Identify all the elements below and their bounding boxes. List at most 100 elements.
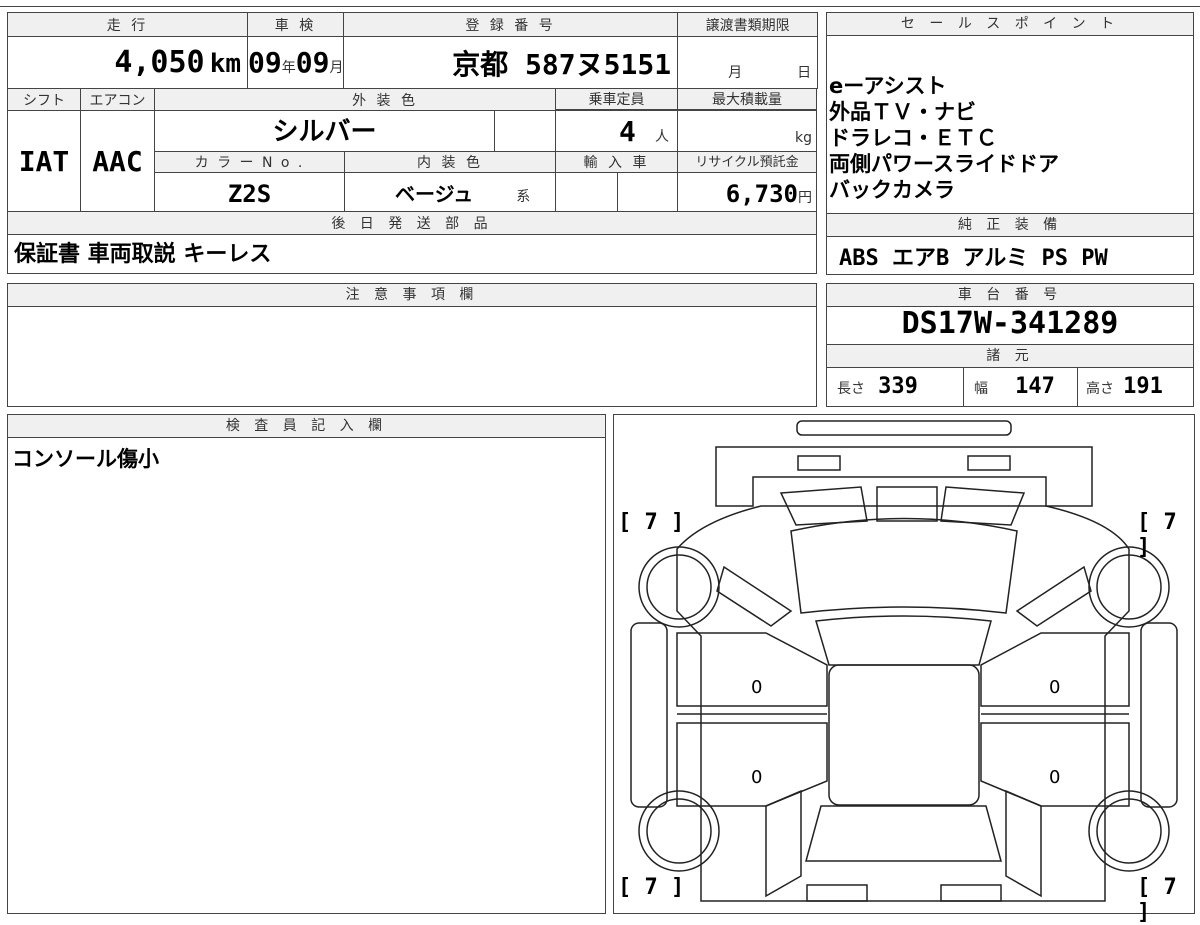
tire-depth-front-left: [ 7 ] xyxy=(618,510,685,535)
notes-label: 注 意 事 項 欄 xyxy=(8,284,816,307)
sales-point-item: バックカメラ xyxy=(829,178,955,202)
recycle-label: リサイクル預託金 xyxy=(677,151,817,173)
capacity-cell: 4 人 xyxy=(555,110,678,152)
specs-panel: 諸 元 長さ 339 幅 147 高さ 191 xyxy=(826,344,1194,407)
width-label: 幅 xyxy=(974,381,988,397)
panel-mark-rear-right: 0 xyxy=(1049,767,1061,788)
tire-depth-rear-right: [ 7 ] xyxy=(1137,875,1177,925)
shift-label: シフト xyxy=(7,88,81,111)
genuine-equipment-value: ABS エアB アルミ PS PW xyxy=(839,246,1108,271)
mirror-left xyxy=(716,565,793,627)
mileage-unit: km xyxy=(209,49,242,79)
genuine-equipment-panel: 純 正 装 備 ABS エアB アルミ PS PW xyxy=(826,213,1194,275)
capacity-unit: 人 xyxy=(655,129,669,145)
right-rear-door xyxy=(980,722,1130,807)
inspector-value: コンソール傷小 xyxy=(12,447,159,471)
length-value: 339 xyxy=(878,374,918,399)
inspector-panel: 検 査 員 記 入 欄 コンソール傷小 xyxy=(7,414,606,914)
height-value: 191 xyxy=(1123,374,1163,399)
color-no-cell: Z2S xyxy=(154,172,345,212)
top-cutoff-strip xyxy=(0,0,1200,7)
transfer-docs-month: 月 xyxy=(728,65,743,81)
fender-right xyxy=(1140,622,1178,808)
width-value: 147 xyxy=(1015,374,1055,399)
sales-point-item: 外品ＴＶ・ナビ xyxy=(829,100,976,124)
interior-color-label: 内 装 色 xyxy=(344,151,556,173)
sales-points-panel: セ ー ル ス ポ イ ン ト eーアシスト 外品ＴＶ・ナビ ドラレコ・ＥＴＣ … xyxy=(826,12,1194,214)
exterior-color-cell: シルバー xyxy=(154,110,495,152)
year-unit: 年 xyxy=(281,60,296,76)
inspection-label: 車 検 xyxy=(247,12,345,37)
shift-cell: IAT xyxy=(7,110,81,212)
rear-bumper-slot xyxy=(806,884,868,902)
later-parts-label: 後 日 発 送 部 品 xyxy=(7,211,817,235)
chassis-label: 車 台 番 号 xyxy=(827,284,1193,307)
registration-cell: 京都 587ヌ5151 xyxy=(343,36,679,89)
interior-color-value: ベージュ xyxy=(395,182,474,206)
ac-label: エアコン xyxy=(80,88,155,111)
shift-value: IAT xyxy=(18,144,70,178)
specs-height: 高さ 191 xyxy=(1078,367,1193,407)
inspector-label: 検 査 員 記 入 欄 xyxy=(8,415,605,438)
length-label: 長さ xyxy=(837,381,865,397)
max-load-label: 最大積載量 xyxy=(677,88,817,110)
car-body-diagram xyxy=(630,420,1178,902)
exterior-color-label: 外 装 色 xyxy=(153,88,617,111)
headlight-left xyxy=(797,455,841,471)
rear-window xyxy=(805,805,1002,862)
mileage-label: 走 行 xyxy=(6,12,249,37)
specs-length: 長さ 339 xyxy=(827,367,964,407)
transfer-docs-label: 譲渡書類期限 xyxy=(677,12,819,37)
chassis-value: DS17W-341289 xyxy=(901,306,1119,341)
color-no-value: Z2S xyxy=(227,180,272,208)
notes-panel: 注 意 事 項 欄 xyxy=(7,283,817,407)
inspection-cell: 09年09月 xyxy=(247,36,345,89)
max-load-unit: kg xyxy=(795,130,812,146)
front-bumper-slot xyxy=(796,420,1012,436)
fender-left xyxy=(630,622,668,808)
rear-quarter-left xyxy=(765,789,802,898)
wheel-rear-left-outer xyxy=(638,790,720,872)
rear-quarter-right xyxy=(1005,789,1042,898)
sales-points-label: セ ー ル ス ポ イ ン ト xyxy=(827,13,1193,36)
later-parts-value: 保証書 車両取説 キーレス xyxy=(14,242,272,267)
inspection-month: 09 xyxy=(295,46,330,79)
interior-color-cell: ベージュ 系 xyxy=(344,172,556,212)
panel-mark-front-left: 0 xyxy=(751,677,763,698)
panel-mark-front-right: 0 xyxy=(1049,677,1061,698)
wheel-front-left-inner xyxy=(646,554,712,620)
transfer-docs-cell: 月 日 xyxy=(677,36,819,89)
wheel-rear-right-inner xyxy=(1096,798,1162,864)
tire-depth-rear-left: [ 7 ] xyxy=(618,875,685,900)
mirror-right xyxy=(1015,565,1092,627)
capacity-value: 4 xyxy=(619,115,636,148)
registration-value: 京都 587ヌ5151 xyxy=(452,47,672,81)
sales-point-item: 両側パワースライドドア xyxy=(829,152,1059,176)
genuine-equipment-label: 純 正 装 備 xyxy=(827,214,1193,237)
inspection-year: 09 xyxy=(248,46,282,79)
color-no-label: カ ラ ー N o . xyxy=(154,151,345,173)
mileage-value: 4,050 xyxy=(114,45,205,80)
wheel-front-left-outer xyxy=(638,546,720,628)
car-diagram-panel: [ 7 ] [ 7 ] [ 7 ] [ 7 ] 0 0 0 0 xyxy=(613,414,1195,925)
tire-depth-front-right: [ 7 ] xyxy=(1137,510,1177,560)
cabin-center xyxy=(828,664,980,806)
body-outline xyxy=(676,505,1130,902)
capacity-label: 乗車定員 xyxy=(555,88,678,110)
left-rear-door xyxy=(676,722,828,807)
front-hood-outline xyxy=(715,446,1093,507)
recycle-cell: 6,730円 xyxy=(677,172,817,212)
exterior-color-value: シルバー xyxy=(272,117,377,147)
import-label: 輸 入 車 xyxy=(555,151,678,173)
registration-label: 登 録 番 号 xyxy=(343,12,679,37)
sales-point-item: eーアシスト xyxy=(829,74,947,98)
ac-value: AAC xyxy=(92,144,143,178)
headlight-right xyxy=(967,455,1011,471)
panel-mark-rear-left: 0 xyxy=(751,767,763,788)
windshield xyxy=(790,517,1018,614)
import-cell-a xyxy=(555,172,618,212)
max-load-cell: kg xyxy=(677,110,817,152)
interior-color-suffix: 系 xyxy=(516,189,531,205)
chassis-panel: 車 台 番 号 DS17W-341289 xyxy=(826,283,1194,345)
month-unit: 月 xyxy=(329,60,344,76)
